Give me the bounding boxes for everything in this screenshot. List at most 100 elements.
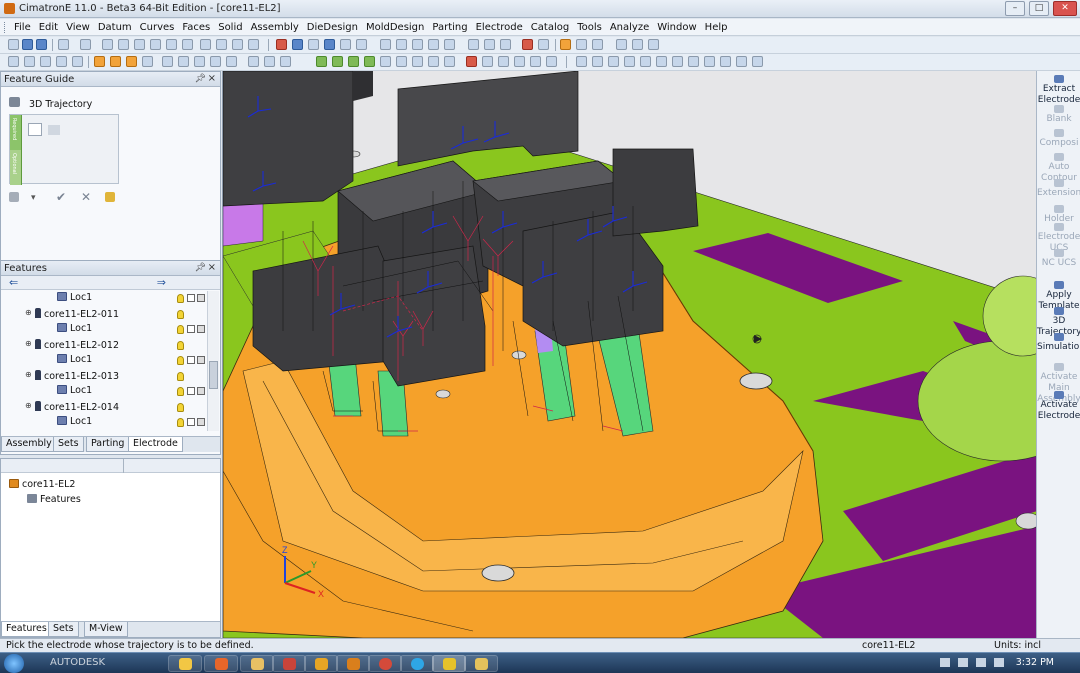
- arc-icon[interactable]: [592, 56, 603, 67]
- wire-icon[interactable]: [216, 39, 227, 50]
- menu-window[interactable]: Window: [653, 19, 700, 35]
- datum-filter-icon[interactable]: [428, 56, 439, 67]
- top-icon[interactable]: [178, 56, 189, 67]
- feature-row-electrode[interactable]: ⊕ core11-EL2-014: [1, 400, 207, 415]
- taskbar-cimatron[interactable]: [304, 655, 338, 672]
- menu-edit[interactable]: Edit: [35, 19, 62, 35]
- show-icon[interactable]: [396, 39, 407, 50]
- menu-solid[interactable]: Solid: [214, 19, 246, 35]
- dim-filter-icon[interactable]: [444, 56, 455, 67]
- taskbar-clock[interactable]: 3:32 PM: [1016, 657, 1054, 668]
- side-icon[interactable]: [210, 56, 221, 67]
- spline-icon[interactable]: [624, 56, 635, 67]
- menu-diedesign[interactable]: DieDesign: [303, 19, 362, 35]
- close-button[interactable]: ✕: [1053, 1, 1077, 16]
- fillet-icon[interactable]: [672, 56, 683, 67]
- intersect-icon[interactable]: [720, 56, 731, 67]
- grid-select-icon[interactable]: [56, 56, 67, 67]
- chamfer-icon[interactable]: [688, 56, 699, 67]
- suppress-checkbox[interactable]: [187, 356, 195, 364]
- filter-select-icon[interactable]: [40, 56, 51, 67]
- forward-arrow-icon[interactable]: ⇒: [157, 276, 166, 289]
- taskbar-folder[interactable]: [240, 655, 274, 672]
- feature-row-loc[interactable]: Loc1: [1, 353, 207, 368]
- face-icon[interactable]: [292, 39, 303, 50]
- guide-option-icon[interactable]: [9, 192, 19, 202]
- split-icon[interactable]: [736, 56, 747, 67]
- lock-icon[interactable]: [197, 418, 205, 426]
- features-close-icon[interactable]: ×: [208, 262, 216, 273]
- open-icon[interactable]: [22, 39, 33, 50]
- tray-flag-icon[interactable]: [976, 658, 986, 667]
- iso-icon[interactable]: [162, 56, 173, 67]
- join-icon[interactable]: [752, 56, 763, 67]
- visibility-bulb-icon[interactable]: [177, 418, 184, 427]
- tab-m-view[interactable]: M-View: [84, 622, 128, 637]
- ruler-icon[interactable]: [648, 39, 659, 50]
- filter-icon[interactable]: [412, 39, 423, 50]
- visibility-bulb-icon[interactable]: [177, 371, 184, 381]
- shade-icon[interactable]: [200, 39, 211, 50]
- lock-icon[interactable]: [197, 356, 205, 364]
- visibility-bulb-icon[interactable]: [177, 387, 184, 396]
- tab-sets[interactable]: Sets: [53, 437, 84, 452]
- apply-check-icon[interactable]: ✔: [56, 190, 66, 204]
- taskbar-app-red[interactable]: [272, 655, 306, 672]
- menu-electrode[interactable]: Electrode: [472, 19, 527, 35]
- lock-icon[interactable]: [197, 325, 205, 333]
- expand-icon[interactable]: ⊕: [25, 401, 32, 410]
- z-icon[interactable]: [280, 56, 291, 67]
- zoom-icon[interactable]: [102, 39, 113, 50]
- expand-icon[interactable]: ⊕: [25, 308, 32, 317]
- chain-icon[interactable]: [72, 56, 83, 67]
- tab-sets-2[interactable]: Sets: [48, 622, 79, 637]
- select-icon[interactable]: [8, 56, 19, 67]
- menu-faces[interactable]: Faces: [178, 19, 214, 35]
- tool-nc-ucs[interactable]: NC UCS: [1037, 249, 1080, 269]
- shaded-edges-icon[interactable]: [126, 56, 137, 67]
- feature-row-electrode[interactable]: ⊕ core11-EL2-012: [1, 338, 207, 353]
- wireframe-icon[interactable]: [142, 56, 153, 67]
- step-two-icon[interactable]: [48, 125, 60, 135]
- scale-icon[interactable]: [546, 56, 557, 67]
- dropdown-arrow-icon[interactable]: ▾: [31, 193, 36, 203]
- measure-icon[interactable]: [468, 39, 479, 50]
- ucs-icon[interactable]: [592, 39, 603, 50]
- taskbar-skype[interactable]: [400, 655, 434, 672]
- mirror-icon[interactable]: [514, 56, 525, 67]
- edge-icon[interactable]: [308, 39, 319, 50]
- sketch-icon[interactable]: [356, 39, 367, 50]
- visibility-bulb-icon[interactable]: [177, 402, 184, 412]
- redo-icon[interactable]: [80, 39, 91, 50]
- orient-icon[interactable]: [182, 39, 193, 50]
- menu-analyze[interactable]: Analyze: [606, 19, 653, 35]
- fit-icon[interactable]: [150, 39, 161, 50]
- tab-features[interactable]: Features: [1, 622, 52, 637]
- menu-molddesign[interactable]: MoldDesign: [362, 19, 428, 35]
- tray-network-icon[interactable]: [940, 658, 950, 667]
- shaded-icon[interactable]: [110, 56, 121, 67]
- visibility-bulb-icon[interactable]: [177, 356, 184, 365]
- pan-icon[interactable]: [118, 39, 129, 50]
- feature-row-electrode[interactable]: ⊕ core11-EL2-011: [1, 307, 207, 322]
- section-icon[interactable]: [500, 39, 511, 50]
- snap-icon[interactable]: [560, 39, 571, 50]
- set-icon[interactable]: [444, 39, 455, 50]
- box-select-icon[interactable]: [24, 56, 35, 67]
- front-icon[interactable]: [194, 56, 205, 67]
- new-icon[interactable]: [8, 39, 19, 50]
- model-canvas[interactable]: Z Y X: [223, 71, 1036, 638]
- pin-icon[interactable]: 📌︎: [195, 74, 206, 84]
- preview-icon[interactable]: [105, 192, 115, 202]
- y-icon[interactable]: [264, 56, 275, 67]
- circle-icon[interactable]: [608, 56, 619, 67]
- feature-row-loc[interactable]: Loc1: [1, 291, 207, 306]
- feature-row-loc[interactable]: Loc1: [1, 322, 207, 337]
- offset-icon[interactable]: [640, 56, 651, 67]
- minimize-button[interactable]: –: [1005, 1, 1025, 16]
- tool-composi[interactable]: Composi: [1037, 129, 1080, 149]
- tab-electrode[interactable]: Electrode: [128, 437, 183, 452]
- tab-assembly[interactable]: Assembly: [1, 437, 57, 452]
- copy-icon[interactable]: [482, 56, 493, 67]
- cancel-x-icon[interactable]: ✕: [81, 190, 91, 204]
